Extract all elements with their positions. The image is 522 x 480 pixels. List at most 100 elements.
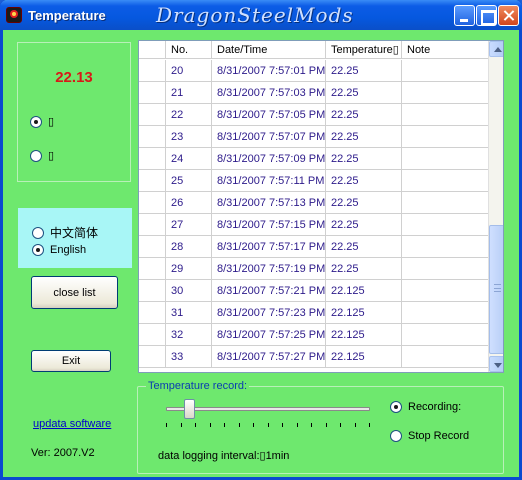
scroll-up-icon[interactable] (489, 41, 503, 57)
row-temperature: 22.125 (326, 346, 402, 367)
row-number: 27 (166, 214, 212, 235)
row-temperature: 22.125 (326, 302, 402, 323)
unit-fahrenheit-option[interactable]: ▯ (30, 149, 54, 162)
radio-icon[interactable] (30, 149, 42, 162)
row-selector (139, 214, 166, 235)
row-datetime: 8/31/2007 7:57:05 PM (212, 104, 326, 125)
row-note (402, 104, 488, 125)
slider-tick (253, 423, 254, 427)
maximize-icon[interactable] (476, 5, 497, 26)
update-software-link[interactable]: updata software (33, 418, 111, 430)
table-row[interactable]: 20 8/31/2007 7:57:01 PM 22.25 (139, 60, 488, 82)
row-number: 30 (166, 280, 212, 301)
interval-slider-track[interactable] (166, 407, 370, 411)
exit-button[interactable]: Exit (31, 350, 111, 372)
app-icon[interactable] (6, 7, 22, 23)
app-window: Temperature DragonSteelMods 22.13 ▯ ▯ 中文… (0, 0, 522, 480)
row-datetime: 8/31/2007 7:57:25 PM (212, 324, 326, 345)
column-header-no[interactable]: No. (166, 41, 212, 58)
language-english-option[interactable]: English (32, 244, 86, 256)
table-row[interactable]: 22 8/31/2007 7:57:05 PM 22.25 (139, 104, 488, 126)
row-number: 25 (166, 170, 212, 191)
row-selector (139, 192, 166, 213)
stop-record-label: Stop Record (408, 430, 470, 442)
slider-tick (355, 423, 356, 427)
column-header-temperature[interactable]: Temperature▯ (326, 41, 402, 58)
row-temperature: 22.25 (326, 82, 402, 103)
unit-celsius-option[interactable]: ▯ (30, 115, 54, 128)
slider-tick (181, 423, 182, 427)
slider-tick (326, 423, 327, 427)
row-note (402, 60, 488, 81)
slider-tick (224, 423, 225, 427)
vertical-scrollbar[interactable] (488, 41, 503, 372)
row-selector (139, 280, 166, 301)
table-row[interactable]: 25 8/31/2007 7:57:11 PM 22.25 (139, 170, 488, 192)
version-label: Ver: 2007.V2 (31, 447, 95, 459)
row-number: 28 (166, 236, 212, 257)
column-header-blank[interactable] (139, 41, 166, 58)
temperature-log-table[interactable]: No. Date/Time Temperature▯ Note 20 8/31/2… (138, 40, 504, 373)
row-temperature: 22.25 (326, 258, 402, 279)
table-row[interactable]: 32 8/31/2007 7:57:25 PM 22.125 (139, 324, 488, 346)
row-datetime: 8/31/2007 7:57:17 PM (212, 236, 326, 257)
slider-tick (195, 423, 196, 427)
radio-icon[interactable] (32, 226, 44, 239)
row-datetime: 8/31/2007 7:57:19 PM (212, 258, 326, 279)
row-temperature: 22.125 (326, 324, 402, 345)
interval-slider-thumb[interactable] (184, 399, 195, 419)
row-number: 22 (166, 104, 212, 125)
row-selector (139, 302, 166, 323)
row-datetime: 8/31/2007 7:57:03 PM (212, 82, 326, 103)
title-bar[interactable]: Temperature DragonSteelMods (0, 0, 522, 30)
minimize-icon[interactable] (454, 5, 475, 26)
row-selector (139, 148, 166, 169)
slider-tick (297, 423, 298, 427)
row-number: 23 (166, 126, 212, 147)
slider-tick (340, 423, 341, 427)
table-row[interactable]: 24 8/31/2007 7:57:09 PM 22.25 (139, 148, 488, 170)
row-selector (139, 60, 166, 81)
radio-icon[interactable] (32, 244, 44, 256)
scroll-thumb[interactable] (489, 225, 503, 354)
row-number: 20 (166, 60, 212, 81)
radio-icon[interactable] (30, 115, 42, 128)
brand-logo: DragonSteelMods (156, 3, 354, 27)
row-number: 29 (166, 258, 212, 279)
table-row[interactable]: 27 8/31/2007 7:57:15 PM 22.25 (139, 214, 488, 236)
radio-icon[interactable] (390, 430, 402, 442)
table-row[interactable]: 31 8/31/2007 7:57:23 PM 22.125 (139, 302, 488, 324)
stop-record-option[interactable]: Stop Record (390, 430, 469, 442)
row-temperature: 22.125 (326, 280, 402, 301)
row-selector (139, 236, 166, 257)
row-datetime: 8/31/2007 7:57:23 PM (212, 302, 326, 323)
row-note (402, 192, 488, 213)
slider-tick (268, 423, 269, 427)
table-row[interactable]: 28 8/31/2007 7:57:17 PM 22.25 (139, 236, 488, 258)
row-note (402, 148, 488, 169)
language-chinese-option[interactable]: 中文简体 (32, 224, 98, 241)
slider-tick (369, 423, 370, 427)
unit-fahrenheit-label: ▯ (48, 150, 55, 162)
row-note (402, 126, 488, 147)
column-header-note[interactable]: Note (402, 41, 488, 58)
column-header-datetime[interactable]: Date/Time (212, 41, 326, 58)
table-row[interactable]: 33 8/31/2007 7:57:27 PM 22.125 (139, 346, 488, 368)
table-row[interactable]: 21 8/31/2007 7:57:03 PM 22.25 (139, 82, 488, 104)
language-panel: 中文简体 English (18, 208, 132, 268)
table-row[interactable]: 26 8/31/2007 7:57:13 PM 22.25 (139, 192, 488, 214)
row-datetime: 8/31/2007 7:57:09 PM (212, 148, 326, 169)
recording-option[interactable]: Recording: (390, 401, 461, 413)
radio-icon[interactable] (390, 401, 402, 413)
table-row[interactable]: 23 8/31/2007 7:57:07 PM 22.25 (139, 126, 488, 148)
close-list-button[interactable]: close list (31, 276, 118, 309)
row-temperature: 22.25 (326, 170, 402, 191)
row-datetime: 8/31/2007 7:57:15 PM (212, 214, 326, 235)
table-row[interactable]: 30 8/31/2007 7:57:21 PM 22.125 (139, 280, 488, 302)
scroll-down-icon[interactable] (489, 356, 503, 372)
slider-tick (239, 423, 240, 427)
close-icon[interactable] (498, 5, 519, 26)
row-selector (139, 258, 166, 279)
table-row[interactable]: 29 8/31/2007 7:57:19 PM 22.25 (139, 258, 488, 280)
row-datetime: 8/31/2007 7:57:01 PM (212, 60, 326, 81)
